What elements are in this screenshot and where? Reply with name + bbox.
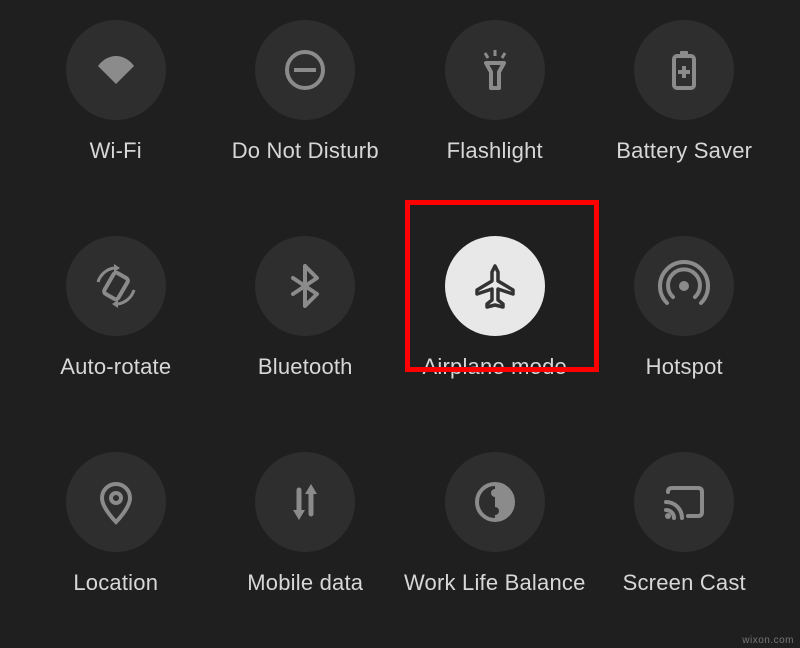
tile-airplane-mode[interactable]: Airplane mode <box>400 216 590 432</box>
tile-label: Work Life Balance <box>404 570 586 596</box>
tile-label: Bluetooth <box>258 354 353 380</box>
flashlight-icon <box>445 20 545 120</box>
quick-settings-panel: Wi-Fi Do Not Disturb Flashlight <box>11 0 789 648</box>
tile-label: Mobile data <box>247 570 363 596</box>
tile-label: Screen Cast <box>623 570 746 596</box>
tile-battery-saver[interactable]: Battery Saver <box>590 0 780 216</box>
mobile-data-icon <box>255 452 355 552</box>
hotspot-icon <box>634 236 734 336</box>
tile-label: Hotspot <box>646 354 723 380</box>
tile-label: Location <box>73 570 158 596</box>
tile-screen-cast[interactable]: Screen Cast <box>590 432 780 648</box>
tile-flashlight[interactable]: Flashlight <box>400 0 590 216</box>
tile-label: Flashlight <box>447 138 543 164</box>
battery-saver-icon <box>634 20 734 120</box>
tile-label: Airplane mode <box>423 354 567 380</box>
work-life-icon <box>445 452 545 552</box>
tile-label: Wi-Fi <box>90 138 142 164</box>
quick-settings-grid: Wi-Fi Do Not Disturb Flashlight <box>11 0 789 648</box>
tile-location[interactable]: Location <box>21 432 211 648</box>
tile-hotspot[interactable]: Hotspot <box>590 216 780 432</box>
tile-label: Auto-rotate <box>60 354 171 380</box>
location-icon <box>66 452 166 552</box>
tile-bluetooth[interactable]: Bluetooth <box>211 216 401 432</box>
bluetooth-icon <box>255 236 355 336</box>
screen-cast-icon <box>634 452 734 552</box>
tile-label: Battery Saver <box>616 138 752 164</box>
watermark: wixon.com <box>742 635 794 646</box>
tile-dnd[interactable]: Do Not Disturb <box>211 0 401 216</box>
airplane-icon <box>445 236 545 336</box>
auto-rotate-icon <box>66 236 166 336</box>
tile-wifi[interactable]: Wi-Fi <box>21 0 211 216</box>
tile-work-life[interactable]: Work Life Balance <box>400 432 590 648</box>
tile-auto-rotate[interactable]: Auto-rotate <box>21 216 211 432</box>
tile-label: Do Not Disturb <box>232 138 379 164</box>
dnd-icon <box>255 20 355 120</box>
wifi-icon <box>66 20 166 120</box>
tile-mobile-data[interactable]: Mobile data <box>211 432 401 648</box>
